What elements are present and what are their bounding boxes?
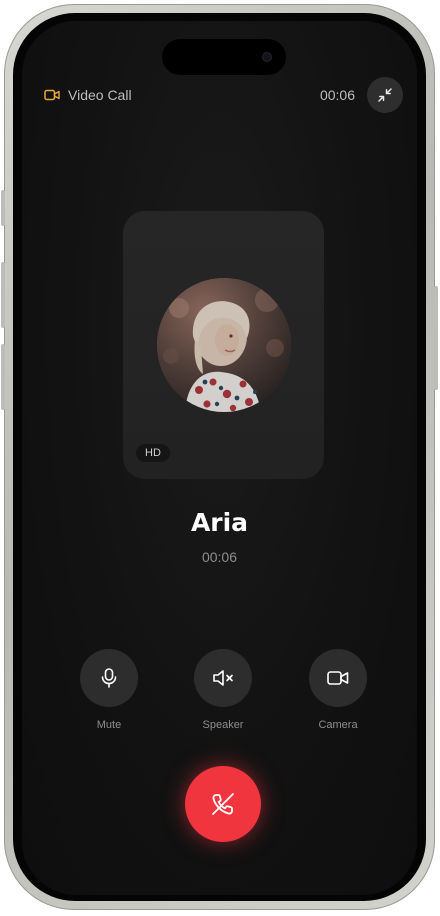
volume-down-button bbox=[1, 344, 5, 410]
header-right: 00:06 bbox=[320, 77, 403, 113]
minimize-arrows-icon bbox=[378, 88, 392, 102]
phone-frame: Video Call 00:06 HD Aria 00:06 Mute Spea… bbox=[1, 4, 438, 910]
dynamic-island bbox=[162, 39, 286, 75]
minimize-button[interactable] bbox=[367, 77, 403, 113]
speaker-button[interactable] bbox=[194, 649, 252, 707]
action-button bbox=[1, 190, 5, 226]
camera-label: Camera bbox=[318, 719, 358, 731]
mute-button[interactable] bbox=[80, 649, 138, 707]
call-screen: Video Call 00:06 HD Aria 00:06 Mute Spea… bbox=[22, 21, 417, 895]
call-controls: Mute Speaker Camera bbox=[22, 649, 417, 739]
speaker-muted-icon bbox=[213, 670, 233, 686]
speaker-label: Speaker bbox=[202, 719, 244, 731]
speaker-control: Speaker bbox=[183, 649, 263, 731]
microphone-icon bbox=[101, 668, 117, 688]
phone-hangup-icon bbox=[212, 793, 234, 815]
video-camera-icon bbox=[327, 671, 349, 685]
camera-button[interactable] bbox=[309, 649, 367, 707]
video-preview-card[interactable]: HD bbox=[123, 211, 324, 479]
front-camera-icon bbox=[262, 52, 272, 62]
end-call-button[interactable] bbox=[185, 766, 261, 842]
volume-up-button bbox=[1, 262, 5, 328]
call-header: Video Call 00:06 bbox=[44, 77, 403, 113]
camera-control: Camera bbox=[298, 649, 378, 731]
caller-avatar bbox=[157, 278, 291, 412]
mute-label: Mute bbox=[96, 719, 122, 731]
call-type: Video Call bbox=[44, 87, 132, 103]
header-call-timer: 00:06 bbox=[319, 87, 355, 103]
video-camera-icon bbox=[44, 89, 60, 101]
power-button bbox=[434, 286, 438, 390]
mute-control: Mute bbox=[69, 649, 149, 731]
call-duration: 00:06 bbox=[201, 549, 238, 565]
call-type-label: Video Call bbox=[68, 87, 132, 103]
caller-name: Aria bbox=[190, 508, 249, 537]
hd-badge: HD bbox=[136, 444, 170, 462]
